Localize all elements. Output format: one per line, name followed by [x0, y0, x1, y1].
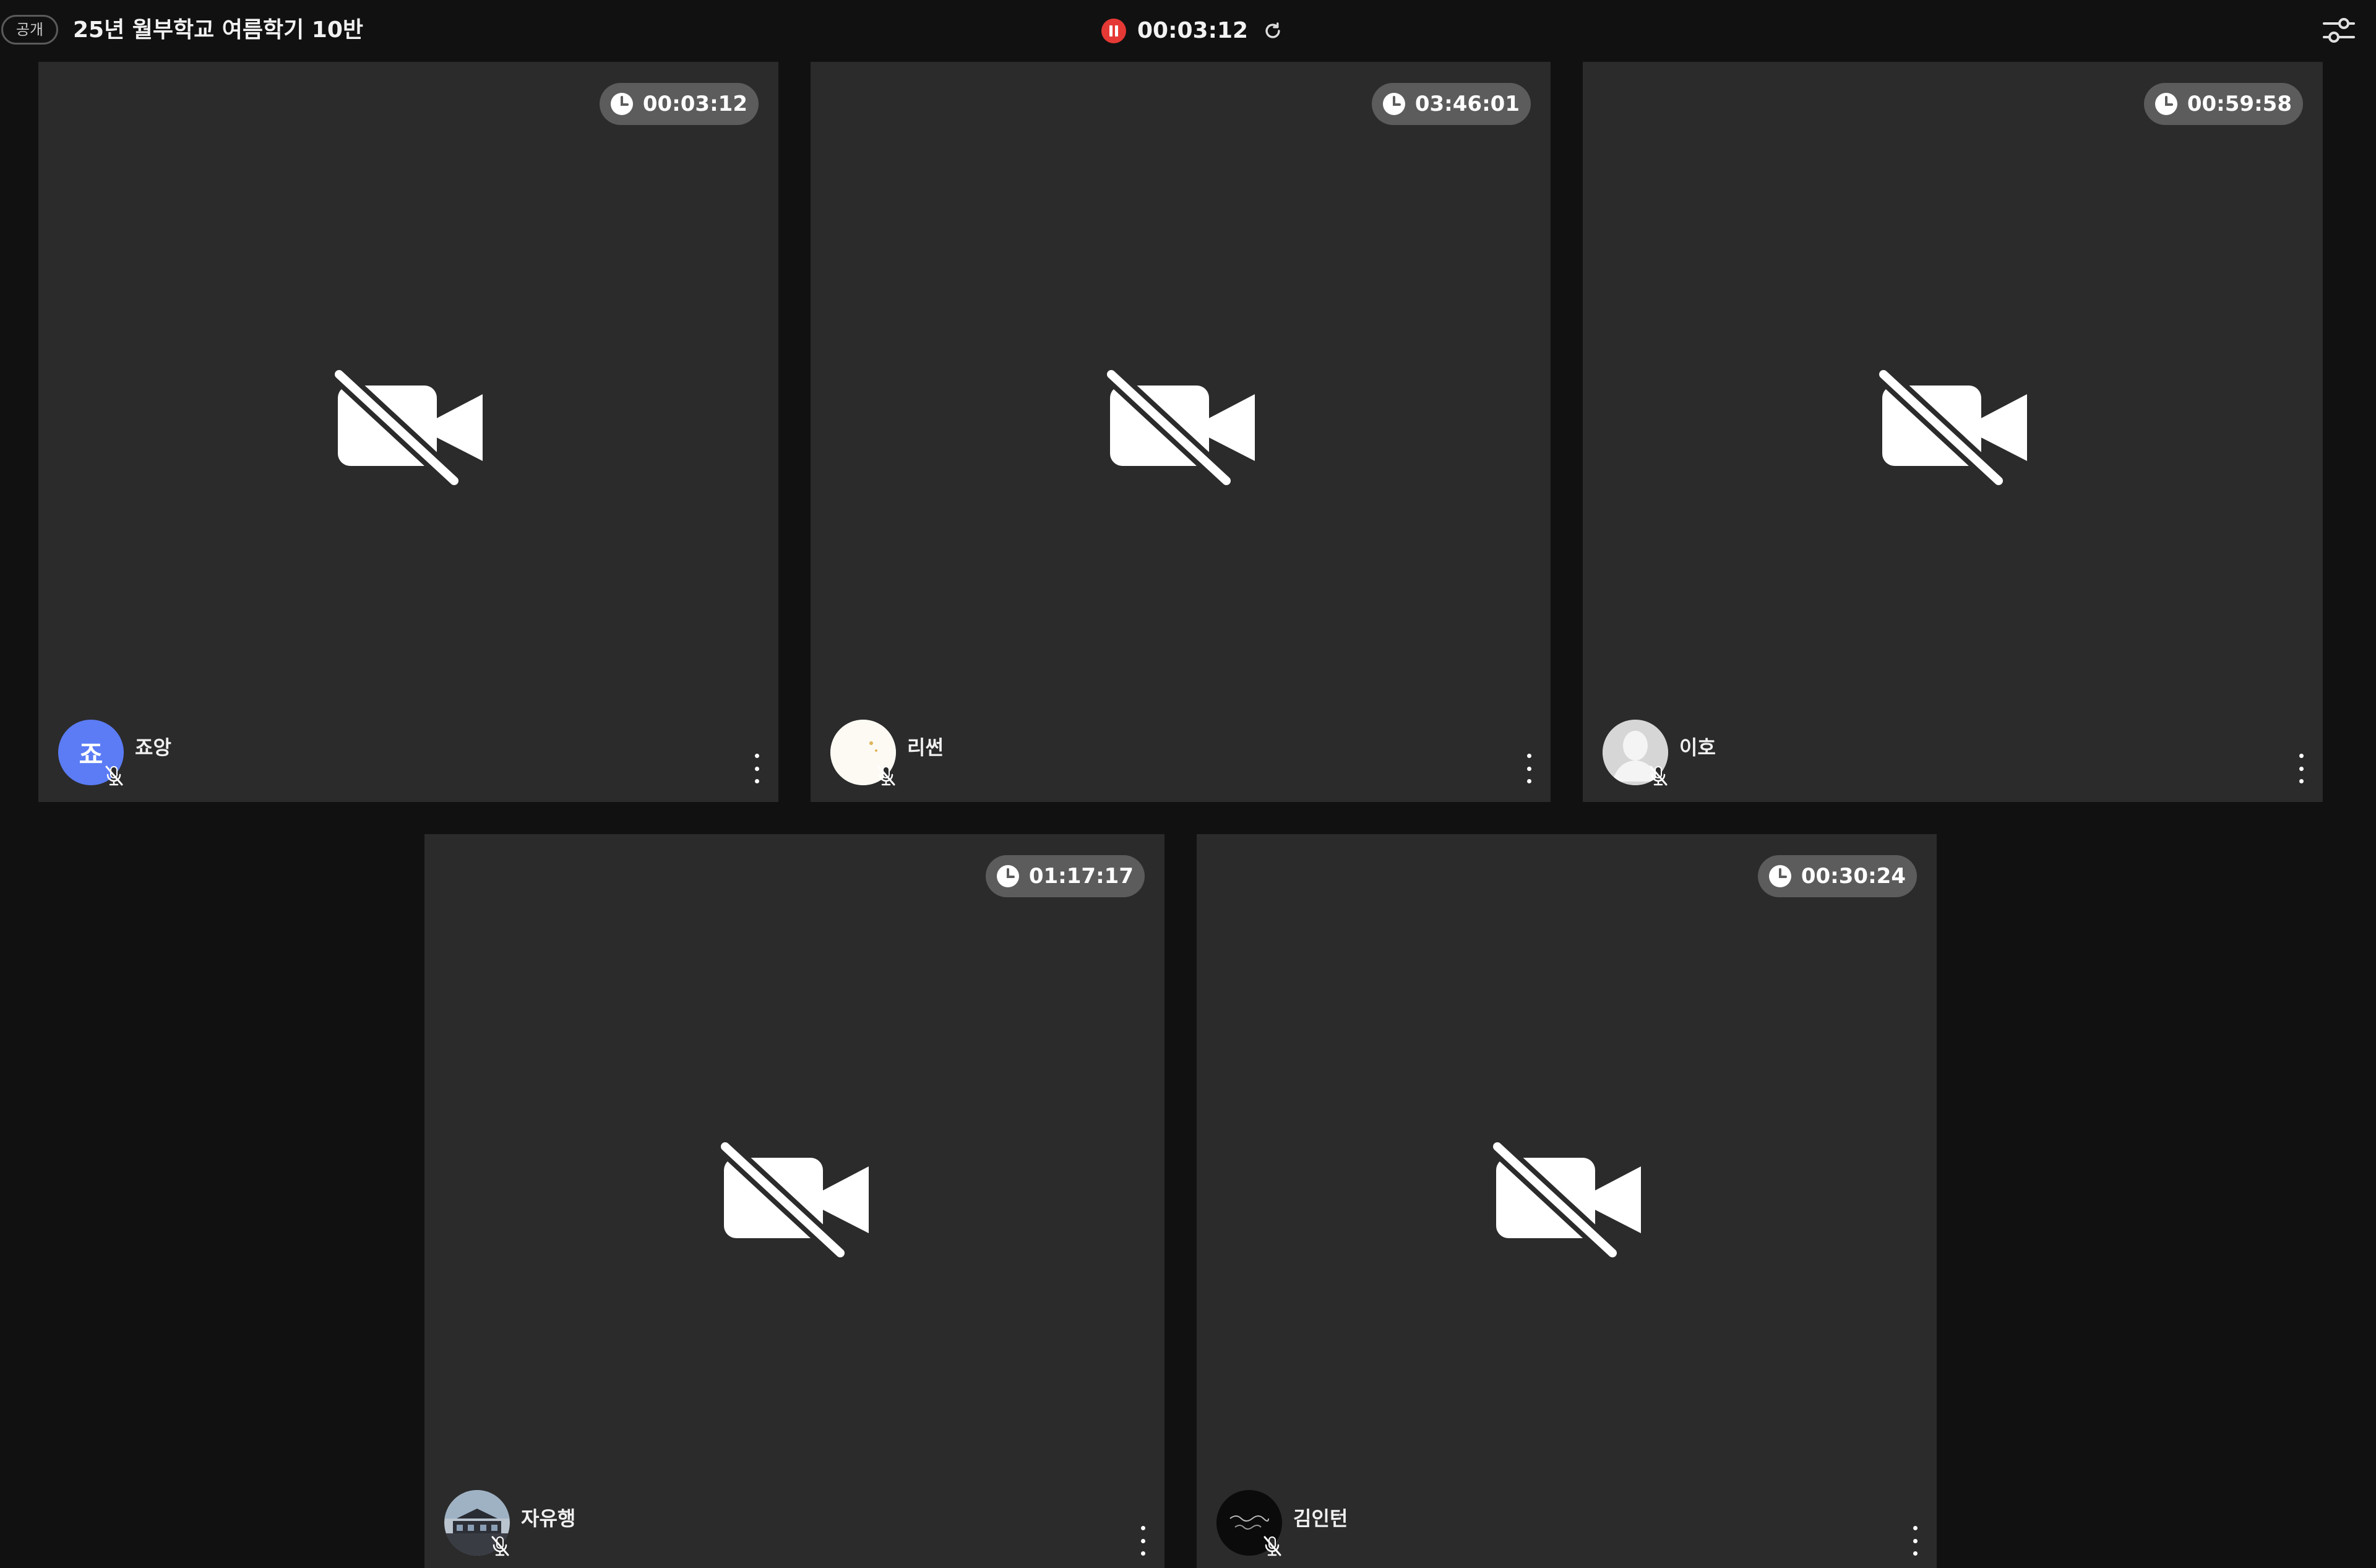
session-timer: 00:59:58 — [2143, 83, 2303, 125]
mic-muted-icon — [101, 763, 126, 788]
participant-name: 김인턴 — [1293, 1507, 1348, 1530]
clock-icon — [996, 864, 1020, 889]
more-options-button[interactable] — [1520, 750, 1538, 787]
participant-name: 리썬 — [907, 736, 944, 759]
settings-sliders-icon[interactable] — [2322, 15, 2356, 46]
mic-muted-icon — [1646, 763, 1671, 788]
session-timer: 01:17:17 — [985, 855, 1145, 897]
timer-text: 00:59:58 — [2187, 92, 2292, 116]
visibility-badge: 공개 — [1, 15, 58, 45]
more-options-button[interactable] — [2292, 750, 2310, 787]
recording-time: 00:03:12 — [1137, 18, 1249, 43]
session-timer: 00:30:24 — [1757, 855, 1917, 897]
meeting-view: 공개 25년 월부학교 여름학기 10반 00:03:12 00:03:12 죠… — [0, 0, 2376, 1568]
camera-off-icon — [718, 1139, 874, 1264]
timer-text: 00:30:24 — [1801, 864, 1906, 889]
timer-text: 03:46:01 — [1414, 92, 1520, 116]
room-title: 25년 월부학교 여름학기 10반 — [73, 17, 363, 43]
clock-icon — [1768, 864, 1793, 889]
camera-off-icon — [1877, 367, 2032, 492]
timer-text: 00:03:12 — [642, 92, 747, 116]
clock-icon — [2154, 92, 2179, 116]
participant-tile[interactable]: 00:59:58 이호 — [1583, 62, 2323, 802]
session-timer: 00:03:12 — [599, 83, 759, 125]
top-bar: 공개 25년 월부학교 여름학기 10반 00:03:12 — [0, 0, 2376, 61]
participant-tile[interactable]: 03:46:01 리썬 — [811, 62, 1551, 802]
mic-muted-icon — [488, 1533, 512, 1558]
mic-muted-icon — [874, 763, 898, 788]
clock-icon — [609, 92, 634, 116]
participant-name: 이호 — [1679, 736, 1716, 759]
more-options-button[interactable] — [1134, 1522, 1152, 1559]
more-options-button[interactable] — [1906, 1522, 1924, 1559]
avatar — [830, 720, 898, 788]
clock-icon — [1382, 92, 1406, 116]
avatar — [444, 1490, 510, 1556]
session-timer: 03:46:01 — [1371, 83, 1531, 125]
participant-tile[interactable]: 01:17:17 자유행 — [424, 834, 1164, 1568]
timer-text: 01:17:17 — [1028, 864, 1134, 889]
recording-pause-button[interactable] — [1101, 19, 1126, 43]
avatar — [1216, 1490, 1282, 1556]
camera-off-icon — [1491, 1139, 1646, 1264]
participant-tile[interactable]: 00:30:24 김인턴 — [1197, 834, 1937, 1568]
avatar — [1603, 720, 1671, 788]
participant-name: 자유행 — [521, 1507, 576, 1530]
avatar-initial: 죠 — [79, 739, 103, 770]
refresh-icon[interactable] — [1262, 20, 1284, 42]
avatar: 죠 — [58, 720, 126, 788]
camera-off-icon — [332, 367, 488, 492]
participant-tile[interactable]: 00:03:12 죠 죠앙 — [38, 62, 778, 802]
mic-muted-icon — [1260, 1533, 1285, 1558]
more-options-button[interactable] — [747, 750, 766, 787]
recording-status: 00:03:12 — [1101, 14, 1284, 48]
participant-name: 죠앙 — [135, 736, 171, 759]
camera-off-icon — [1104, 367, 1260, 492]
